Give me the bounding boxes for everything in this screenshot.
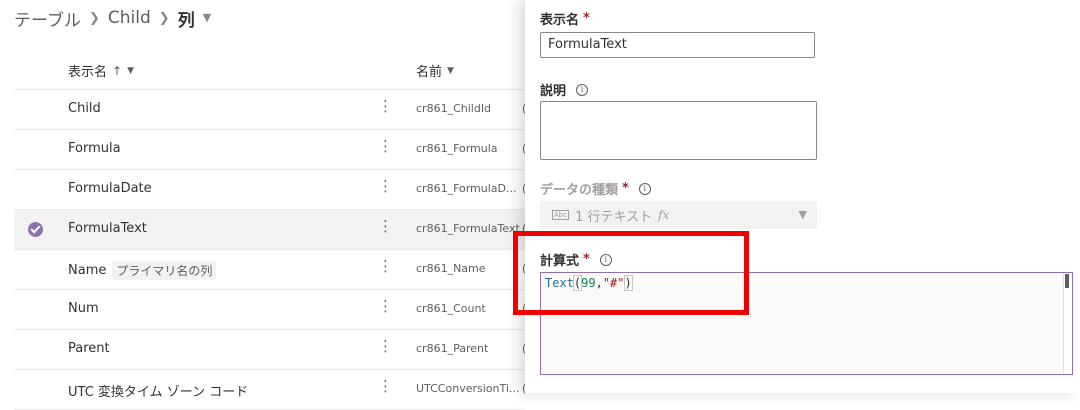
primary-name-badge: プライマリ名の列 xyxy=(112,261,217,280)
more-vertical-icon[interactable]: ⋮ xyxy=(378,179,393,194)
row-display-name: FormulaDate xyxy=(68,181,152,196)
required-mark: * xyxy=(583,11,590,26)
table-row-selected[interactable]: FormulaText ⋮ cr861_FormulaText ( xyxy=(14,210,526,250)
row-display-name: UTC 変換タイム ゾーン コード xyxy=(68,381,248,400)
formula-scrollbar[interactable] xyxy=(1063,273,1072,374)
table-row[interactable]: Num ⋮ cr861_Count ( xyxy=(14,290,526,330)
breadcrumb-table[interactable]: Child xyxy=(108,8,151,28)
table-row[interactable]: FormulaDate ⋮ cr861_FormulaD... ( xyxy=(14,170,526,210)
formula-comma: , xyxy=(595,276,603,290)
row-display-name: Child xyxy=(68,101,101,116)
more-vertical-icon[interactable]: ⋮ xyxy=(378,219,393,234)
table-row[interactable]: Child ⋮ cr861_ChildId ( xyxy=(14,90,526,130)
row-logical-name: cr861_Name xyxy=(416,262,486,275)
column-list-pane: テーブル ❯ Child ❯ 列 ▼ 表示名 ↑ ▼ 名前 ▼ Child ⋮ … xyxy=(0,0,526,410)
row-display-text: FormulaDate xyxy=(68,181,152,196)
data-type-label: データの種類 * i xyxy=(540,179,651,198)
header-name-label: 名前 xyxy=(416,65,443,80)
text-type-icon: Abc xyxy=(552,210,570,220)
description-label: 説明 i xyxy=(540,80,589,99)
display-name-input[interactable]: FormulaText xyxy=(540,32,815,58)
more-vertical-icon[interactable]: ⋮ xyxy=(378,299,393,314)
formula-editor[interactable]: Text(99,"#") xyxy=(540,272,1073,375)
table-row[interactable]: UTC 変換タイム ゾーン コード ⋮ UTCConversionTi... ( xyxy=(14,370,526,410)
more-vertical-icon[interactable]: ⋮ xyxy=(378,99,393,114)
formula-number: 99 xyxy=(581,276,596,290)
row-display-name: Formula xyxy=(68,141,121,156)
more-vertical-icon[interactable]: ⋮ xyxy=(378,139,393,154)
formula-label: 計算式 * i xyxy=(540,250,612,269)
table-row[interactable]: Name プライマリ名の列 ⋮ cr861_Name ( xyxy=(14,250,526,290)
scrollbar-thumb[interactable] xyxy=(1065,274,1069,288)
text-caret xyxy=(631,276,633,291)
table-row[interactable]: Formula ⋮ cr861_Formula ( xyxy=(14,130,526,170)
row-display-text: Num xyxy=(68,301,99,316)
column-list: Child ⋮ cr861_ChildId ( Formula ⋮ cr861_… xyxy=(14,90,526,410)
data-type-value: 1 行テキスト xyxy=(575,209,653,225)
breadcrumb-current: 列 xyxy=(177,10,195,31)
breadcrumb: テーブル ❯ Child ❯ 列 ▼ xyxy=(14,6,211,31)
info-icon[interactable]: i xyxy=(576,83,589,96)
fx-icon: fx xyxy=(658,208,670,222)
more-vertical-icon[interactable]: ⋮ xyxy=(378,339,393,354)
formula-close-paren: ) xyxy=(623,275,633,291)
more-vertical-icon[interactable]: ⋮ xyxy=(378,259,393,274)
row-display-name: Parent xyxy=(68,341,110,356)
row-logical-name: cr861_Formula xyxy=(416,142,498,155)
row-logical-name: cr861_Count xyxy=(416,302,486,315)
display-name-label: 表示名 * xyxy=(540,9,590,28)
checkmark-circle-icon[interactable] xyxy=(28,222,43,237)
display-name-label-text: 表示名 xyxy=(540,13,580,28)
column-header-row: 表示名 ↑ ▼ 名前 ▼ xyxy=(14,58,525,88)
row-display-name: Num xyxy=(68,301,99,316)
column-properties-panel: 表示名 * FormulaText 説明 i データの種類 * i Abc 1 … xyxy=(525,0,1080,393)
formula-function: Text xyxy=(545,276,574,290)
row-logical-name: cr861_FormulaText xyxy=(416,222,520,235)
row-display-text: Name xyxy=(68,263,107,278)
chevron-down-icon: ▼ xyxy=(127,65,134,76)
breadcrumb-tables[interactable]: テーブル xyxy=(14,6,81,31)
chevron-down-icon[interactable]: ▼ xyxy=(203,11,211,24)
chevron-right-icon: ❯ xyxy=(88,10,100,26)
header-name[interactable]: 名前 ▼ xyxy=(416,61,454,80)
formula-string: "#" xyxy=(602,276,625,290)
table-row[interactable]: Parent ⋮ cr861_Parent ( xyxy=(14,330,526,370)
data-type-dropdown[interactable]: Abc 1 行テキスト fx ▼ xyxy=(540,201,817,229)
data-type-label-text: データの種類 xyxy=(540,183,619,198)
row-logical-name: cr861_ChildId xyxy=(416,102,492,115)
sort-ascending-icon: ↑ xyxy=(112,63,123,78)
row-display-name: Name プライマリ名の列 xyxy=(68,261,217,280)
description-textarea[interactable] xyxy=(540,101,817,160)
row-logical-name: UTCConversionTi... xyxy=(416,382,520,395)
header-display-name[interactable]: 表示名 ↑ ▼ xyxy=(68,61,134,81)
row-display-text: UTC 変換タイム ゾーン コード xyxy=(68,385,249,400)
required-mark: * xyxy=(622,181,629,196)
chevron-down-icon: ▼ xyxy=(447,65,454,76)
info-icon[interactable]: i xyxy=(599,253,612,266)
more-vertical-icon[interactable]: ⋮ xyxy=(378,379,393,394)
row-logical-name: cr861_Parent xyxy=(416,342,489,355)
info-icon[interactable]: i xyxy=(638,182,651,195)
description-label-text: 説明 xyxy=(540,84,567,99)
chevron-down-icon: ▼ xyxy=(798,208,807,221)
row-display-text: Formula xyxy=(68,141,121,156)
row-logical-name: cr861_FormulaD... xyxy=(416,182,517,195)
required-mark: * xyxy=(583,252,590,267)
row-display-name: FormulaText xyxy=(68,221,147,236)
row-display-text: FormulaText xyxy=(68,221,147,236)
formula-label-text: 計算式 xyxy=(540,254,580,269)
chevron-right-icon: ❯ xyxy=(158,10,170,26)
header-display-name-label: 表示名 xyxy=(68,65,108,80)
row-display-text: Child xyxy=(68,101,101,116)
row-display-text: Parent xyxy=(68,341,110,356)
